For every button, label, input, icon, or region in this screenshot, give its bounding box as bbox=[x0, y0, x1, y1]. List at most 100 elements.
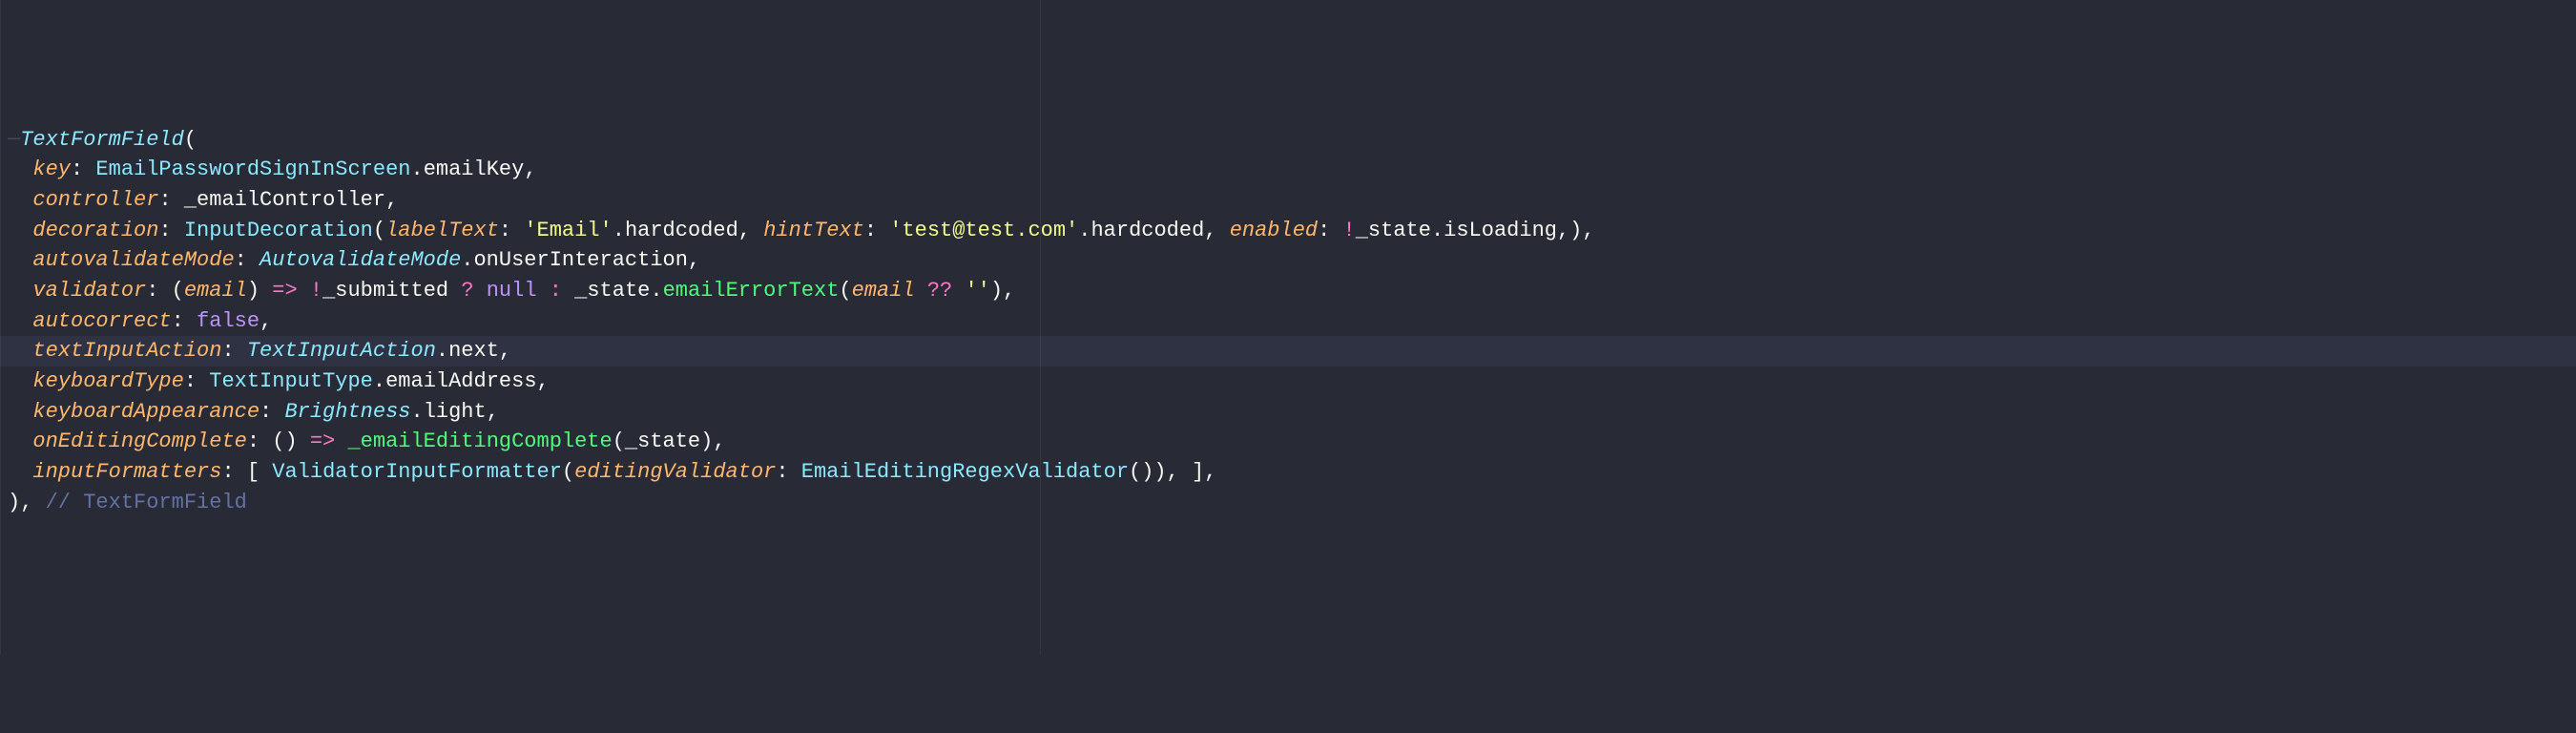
code-line[interactable]: textInputAction: TextInputAction.next, bbox=[0, 336, 2576, 366]
code-line[interactable]: autovalidateMode: AutovalidateMode.onUse… bbox=[0, 245, 2576, 276]
token-type-ni: EmailPasswordSignInScreen bbox=[95, 157, 410, 181]
code-line[interactable]: decoration: InputDecoration(labelText: '… bbox=[0, 216, 2576, 246]
token-punct: (_state), bbox=[613, 429, 726, 453]
token-bool: null bbox=[487, 279, 537, 303]
token-punct: ( bbox=[839, 279, 851, 303]
indent bbox=[8, 429, 32, 453]
token-op: : bbox=[550, 279, 562, 303]
token-punct bbox=[335, 429, 347, 453]
token-param: textInputAction bbox=[32, 339, 221, 363]
token-punct: _state. bbox=[562, 279, 663, 303]
token-punct bbox=[952, 279, 965, 303]
token-punct: . bbox=[436, 339, 448, 363]
token-punct bbox=[915, 279, 927, 303]
token-punct: ( bbox=[373, 219, 385, 242]
token-punct bbox=[537, 279, 550, 303]
indent bbox=[8, 219, 32, 242]
token-punct bbox=[474, 279, 487, 303]
token-param: editingValidator bbox=[574, 460, 776, 484]
token-punct: ( bbox=[562, 460, 574, 484]
token-punct: . bbox=[1431, 219, 1444, 242]
token-punct: , bbox=[487, 400, 499, 424]
token-call: emailErrorText bbox=[663, 279, 840, 303]
token-ident: _submitted bbox=[322, 279, 461, 303]
indent bbox=[8, 369, 32, 393]
indent bbox=[8, 157, 32, 181]
token-punct: , bbox=[1204, 219, 1229, 242]
code-line[interactable]: ), // TextFormField bbox=[0, 488, 2576, 518]
token-ident: emailKey bbox=[424, 157, 525, 181]
token-type-ni: InputDecoration bbox=[184, 219, 373, 242]
token-comment: // TextFormField bbox=[46, 491, 247, 514]
code-line[interactable]: ─TextFormField( bbox=[0, 125, 2576, 156]
token-param: labelText bbox=[385, 219, 499, 242]
token-type: Brightness bbox=[284, 400, 410, 424]
token-param: inputFormatters bbox=[32, 460, 221, 484]
token-punct: . bbox=[410, 157, 423, 181]
token-param: onEditingComplete bbox=[32, 429, 246, 453]
token-punct bbox=[32, 491, 45, 514]
token-type-ni: ValidatorInputFormatter bbox=[272, 460, 562, 484]
token-param: hintText bbox=[763, 219, 864, 242]
code-line[interactable]: key: EmailPasswordSignInScreen.emailKey, bbox=[0, 155, 2576, 185]
indent bbox=[8, 460, 32, 484]
token-type-ni: EmailEditingRegexValidator bbox=[801, 460, 1129, 484]
code-line[interactable]: keyboardType: TextInputType.emailAddress… bbox=[0, 366, 2576, 397]
code-line[interactable]: controller: _emailController, bbox=[0, 185, 2576, 216]
code-editor[interactable]: ─TextFormField( key: EmailPasswordSignIn… bbox=[0, 125, 2576, 518]
code-line[interactable]: validator: (email) => !_submitted ? null… bbox=[0, 276, 2576, 306]
token-type: AutovalidateMode bbox=[260, 248, 461, 272]
token-punct: : bbox=[499, 219, 524, 242]
token-bool: false bbox=[197, 309, 260, 333]
token-punct: ()), ], bbox=[1129, 460, 1216, 484]
code-line[interactable]: onEditingComplete: () => _emailEditingCo… bbox=[0, 427, 2576, 457]
token-punct: ,), bbox=[1557, 219, 1595, 242]
token-param: email bbox=[184, 279, 247, 303]
code-line[interactable]: autocorrect: false, bbox=[0, 306, 2576, 337]
code-line[interactable]: keyboardAppearance: Brightness.light, bbox=[0, 397, 2576, 428]
token-str: '' bbox=[965, 279, 989, 303]
token-punct: : bbox=[1318, 219, 1342, 242]
token-punct: : bbox=[221, 339, 246, 363]
token-punct: . bbox=[410, 400, 423, 424]
token-ident: next bbox=[448, 339, 499, 363]
token-op: => bbox=[310, 429, 335, 453]
token-param: controller bbox=[32, 188, 158, 212]
token-call: _emailEditingComplete bbox=[347, 429, 612, 453]
token-punct: : bbox=[71, 157, 95, 181]
token-punct: : bbox=[776, 460, 800, 484]
token-punct: , bbox=[738, 219, 763, 242]
token-param: validator bbox=[32, 279, 146, 303]
token-punct: : bbox=[864, 219, 889, 242]
indent bbox=[8, 339, 32, 363]
token-guide: ─ bbox=[8, 128, 20, 152]
token-param: email bbox=[852, 279, 915, 303]
token-op: ? bbox=[461, 279, 473, 303]
token-punct: : bbox=[172, 309, 197, 333]
token-punct: . bbox=[613, 219, 625, 242]
token-type: TextInputAction bbox=[247, 339, 436, 363]
token-ident: onUserInteraction bbox=[473, 248, 687, 272]
token-punct: ( bbox=[184, 128, 197, 152]
token-param: autovalidateMode bbox=[32, 248, 234, 272]
token-punct: : [ bbox=[221, 460, 272, 484]
code-line[interactable]: inputFormatters: [ ValidatorInputFormatt… bbox=[0, 457, 2576, 488]
indent bbox=[8, 188, 32, 212]
token-punct: . bbox=[1078, 219, 1091, 242]
token-punct: : bbox=[235, 248, 260, 272]
indent bbox=[8, 309, 32, 333]
token-punct: : bbox=[158, 188, 183, 212]
token-param: autocorrect bbox=[32, 309, 171, 333]
token-ident: isLoading bbox=[1444, 219, 1557, 242]
token-punct: : ( bbox=[146, 279, 184, 303]
token-type-ni: TextInputType bbox=[209, 369, 373, 393]
token-punct: : bbox=[158, 219, 183, 242]
indent bbox=[8, 248, 32, 272]
token-punct: : bbox=[184, 369, 209, 393]
token-punct: , bbox=[688, 248, 700, 272]
token-param: enabled bbox=[1230, 219, 1318, 242]
token-ident: _state bbox=[1356, 219, 1431, 242]
token-punct: ), bbox=[8, 491, 32, 514]
token-ident: hardcoded bbox=[1091, 219, 1204, 242]
token-punct: : () bbox=[247, 429, 310, 453]
